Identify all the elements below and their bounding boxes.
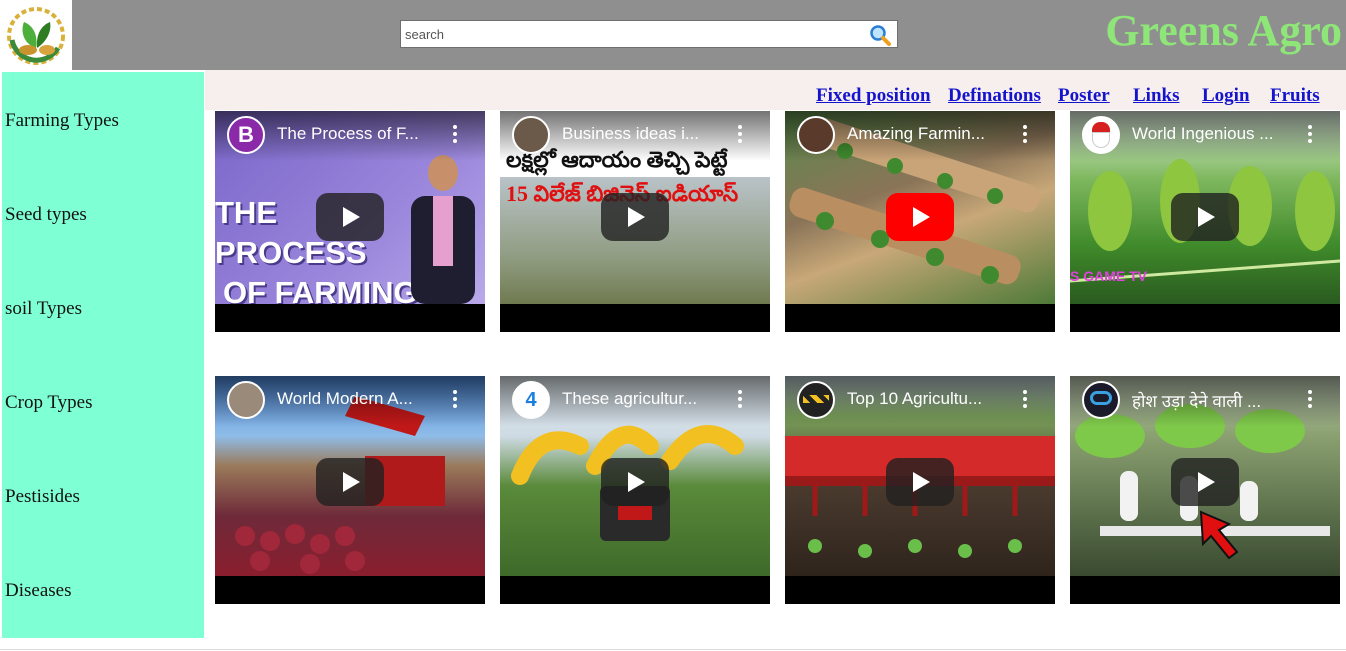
video-embed[interactable]: Amazing Farmin... bbox=[785, 111, 1055, 332]
more-options-icon[interactable] bbox=[1308, 125, 1312, 143]
video-title[interactable]: Business ideas i... bbox=[562, 124, 722, 144]
video-title[interactable]: Amazing Farmin... bbox=[847, 124, 1007, 144]
more-options-icon[interactable] bbox=[738, 125, 742, 143]
video-title[interactable]: World Modern A... bbox=[277, 389, 437, 409]
play-button[interactable] bbox=[1171, 193, 1239, 241]
sidebar-item-soil-types[interactable]: soil Types bbox=[5, 298, 82, 320]
site-logo[interactable] bbox=[0, 0, 72, 70]
video-title[interactable]: World Ingenious ... bbox=[1132, 124, 1292, 144]
play-button[interactable] bbox=[886, 458, 954, 506]
channel-avatar[interactable]: 4 bbox=[512, 381, 550, 419]
nav-link-fruits[interactable]: Fruits bbox=[1270, 85, 1320, 107]
nav-link-fixed-position[interactable]: Fixed position bbox=[816, 85, 931, 107]
play-button[interactable] bbox=[601, 458, 669, 506]
channel-avatar[interactable] bbox=[1082, 381, 1120, 419]
nav-link-login[interactable]: Login bbox=[1202, 85, 1250, 107]
sidebar: Farming Types Seed types soil Types Crop… bbox=[2, 72, 204, 638]
play-button[interactable] bbox=[316, 458, 384, 506]
video-embed[interactable]: Top 10 Agricultu... bbox=[785, 376, 1055, 604]
search-input[interactable] bbox=[403, 24, 857, 44]
play-button[interactable] bbox=[886, 193, 954, 241]
video-embed[interactable]: THE PROCESS OF FARMING B The Process of … bbox=[215, 111, 485, 332]
video-embed[interactable]: 4 These agricultur... bbox=[500, 376, 770, 604]
video-embed[interactable]: World Modern A... bbox=[215, 376, 485, 604]
channel-avatar[interactable] bbox=[797, 381, 835, 419]
brand-title: Greens Agro bbox=[1105, 6, 1342, 55]
channel-avatar[interactable] bbox=[1082, 116, 1120, 154]
channel-avatar[interactable] bbox=[512, 116, 550, 154]
top-nav: Fixed position Definations Poster Links … bbox=[205, 70, 1346, 110]
video-embed[interactable]: होश उड़ा देने वाली ... bbox=[1070, 376, 1340, 604]
leaf-logo-icon bbox=[7, 7, 65, 65]
page-divider bbox=[0, 649, 1346, 650]
red-arrow-cursor-icon bbox=[1199, 510, 1239, 560]
channel-avatar[interactable]: B bbox=[227, 116, 265, 154]
more-options-icon[interactable] bbox=[1023, 125, 1027, 143]
search-box[interactable] bbox=[400, 20, 898, 48]
nav-link-links[interactable]: Links bbox=[1133, 85, 1179, 107]
video-title[interactable]: These agricultur... bbox=[562, 389, 722, 409]
thumb-caption: S GAME TV bbox=[1070, 268, 1148, 284]
play-button[interactable] bbox=[601, 193, 669, 241]
more-options-icon[interactable] bbox=[1023, 390, 1027, 408]
presenter-figure bbox=[411, 155, 475, 304]
sidebar-item-pestisides[interactable]: Pestisides bbox=[5, 486, 80, 508]
channel-avatar[interactable] bbox=[227, 381, 265, 419]
sidebar-item-seed-types[interactable]: Seed types bbox=[5, 204, 87, 226]
video-title[interactable]: Top 10 Agricultu... bbox=[847, 389, 1007, 409]
more-options-icon[interactable] bbox=[1308, 390, 1312, 408]
magnifier-icon[interactable] bbox=[868, 24, 892, 46]
play-button[interactable] bbox=[1171, 458, 1239, 506]
more-options-icon[interactable] bbox=[453, 390, 457, 408]
video-title[interactable]: होश उड़ा देने वाली ... bbox=[1132, 389, 1292, 412]
sidebar-item-farming-types[interactable]: Farming Types bbox=[5, 110, 119, 132]
video-embed[interactable]: లక్షల్లో ఆదాయం తెచ్చి పెట్టే 15 విలేజ్ బ… bbox=[500, 111, 770, 332]
more-options-icon[interactable] bbox=[453, 125, 457, 143]
channel-avatar[interactable] bbox=[797, 116, 835, 154]
nav-link-definations[interactable]: Definations bbox=[948, 85, 1041, 107]
play-button[interactable] bbox=[316, 193, 384, 241]
header-bar: Greens Agro bbox=[0, 0, 1346, 70]
video-title[interactable]: The Process of F... bbox=[277, 124, 437, 144]
more-options-icon[interactable] bbox=[738, 390, 742, 408]
nav-link-poster[interactable]: Poster bbox=[1058, 85, 1110, 107]
video-embed[interactable]: S GAME TV World Ingenious ... bbox=[1070, 111, 1340, 332]
sidebar-item-diseases[interactable]: Diseases bbox=[5, 580, 71, 602]
sidebar-item-crop-types[interactable]: Crop Types bbox=[5, 392, 93, 414]
